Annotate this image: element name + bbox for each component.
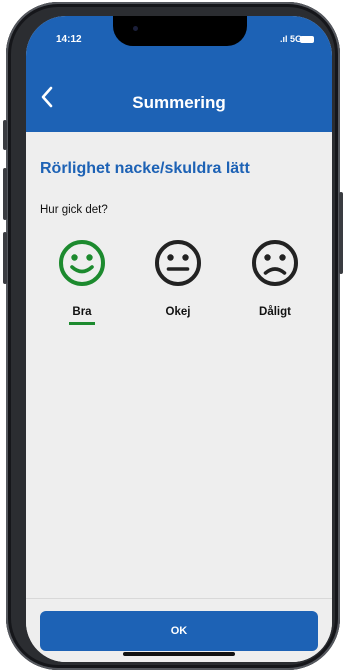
ok-button[interactable]: OK: [40, 611, 318, 651]
smiley-sad-icon: [252, 240, 298, 286]
status-time: 14:12: [56, 34, 82, 45]
rating-label-daligt: Dåligt: [259, 306, 291, 318]
volume-up-button: [3, 168, 7, 220]
smiley-neutral-icon: [155, 240, 201, 286]
exercise-title: Rörlighet nacke/skuldra lätt: [40, 160, 250, 177]
phone-screen: 14:12 .ıl 5G Summering Rörlighet nacke/s…: [26, 16, 332, 662]
rating-label-okej: Okej: [165, 306, 191, 318]
page-title: Summering: [132, 93, 226, 112]
notch: [113, 16, 247, 46]
volume-down-button: [3, 232, 7, 284]
signal-bars-icon: .ıl: [279, 34, 288, 44]
smiley-happy-icon: [59, 240, 105, 286]
power-button: [339, 192, 343, 274]
camera-icon: [133, 26, 138, 31]
question-label: Hur gick det?: [40, 204, 108, 216]
silent-switch: [3, 120, 7, 150]
rating-option-daligt[interactable]: Dåligt: [235, 238, 315, 318]
battery-icon: [300, 36, 314, 43]
home-indicator: [123, 652, 235, 656]
selected-indicator: [69, 322, 95, 325]
rating-option-okej[interactable]: Okej: [138, 238, 218, 318]
phone-frame: 14:12 .ıl 5G Summering Rörlighet nacke/s…: [3, 2, 343, 670]
signal-indicator: .ıl 5G: [280, 34, 302, 44]
rating-option-bra[interactable]: Bra: [42, 238, 122, 325]
app-bar: Summering: [26, 78, 332, 132]
status-bar: 14:12 .ıl 5G: [26, 16, 332, 78]
summary-content: Rörlighet nacke/skuldra lätt Hur gick de…: [26, 132, 332, 612]
rating-label-bra: Bra: [72, 306, 92, 318]
